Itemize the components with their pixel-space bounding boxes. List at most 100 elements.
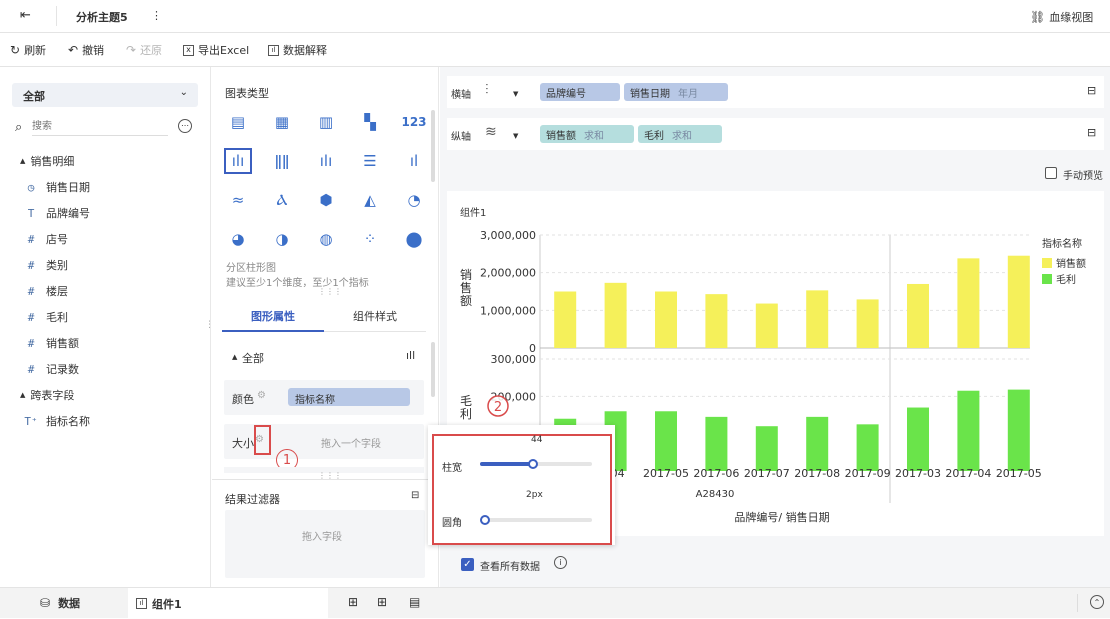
field-scope-dropdown[interactable]: 全部 ⌄	[12, 83, 198, 107]
color-field-pill[interactable]: 指标名称	[288, 388, 410, 406]
legend-swatch[interactable]	[1042, 274, 1052, 284]
settings-gear-icon[interactable]: ⚙	[257, 390, 266, 401]
globe-map-icon[interactable]: ◍	[312, 226, 340, 252]
bubble-icon[interactable]: ⬤	[400, 226, 428, 252]
chart-type-scrollbar[interactable]	[431, 110, 435, 182]
x-axis-lock-icon[interactable]: ⊟	[1087, 84, 1096, 97]
radius-slider-track[interactable]	[480, 515, 592, 525]
gauge-icon[interactable]: ◔	[400, 187, 428, 213]
filter-lock-icon[interactable]: ⊟	[411, 490, 419, 501]
waterfall-icon[interactable]: ıl	[400, 148, 428, 174]
prop-scrollbar[interactable]	[431, 342, 435, 397]
collapse-up-icon[interactable]: ⌃	[1090, 595, 1104, 609]
y-axis-lock-icon[interactable]: ⊟	[1087, 126, 1096, 139]
refresh-button[interactable]: ↻ 刷新	[10, 42, 46, 58]
chart-bar[interactable]	[604, 282, 627, 348]
detail-table-icon[interactable]: ▥	[312, 109, 340, 135]
crosstab-icon[interactable]: ▦	[268, 109, 296, 135]
exit-icon[interactable]: ⇤	[20, 9, 31, 22]
legend-swatch[interactable]	[1042, 258, 1052, 268]
chart-bar[interactable]	[755, 426, 778, 471]
kpi-number-icon[interactable]: 123	[400, 109, 428, 135]
stacked-bar-icon[interactable]: ǁǁ	[268, 148, 296, 174]
chart-component-icon: ıl	[136, 598, 147, 609]
collapse-triangle-icon[interactable]: ▲	[232, 353, 237, 361]
tab-graphic-properties[interactable]: 图形属性	[222, 300, 324, 332]
redo-button[interactable]: ↷ 还原	[126, 42, 162, 58]
range-bar-icon[interactable]: ☰	[356, 148, 384, 174]
add-component-icon[interactable]: ⊞	[348, 595, 358, 609]
chart-bar[interactable]	[957, 390, 980, 471]
chart-bar[interactable]	[1007, 255, 1030, 348]
field-item[interactable]: # 销售额	[24, 335, 79, 351]
axis-field-pill[interactable]: 品牌编号	[540, 83, 620, 101]
bar-width-value: 44	[531, 435, 543, 445]
tab-component-style[interactable]: 组件样式	[324, 300, 426, 332]
field-item[interactable]: T 品牌编号	[24, 205, 90, 221]
radar-line-icon[interactable]: Ⲁ	[268, 187, 296, 213]
scatter-icon[interactable]: ⁘	[356, 226, 384, 252]
area-chart-icon[interactable]: ◭	[356, 187, 384, 213]
field-item[interactable]: T⁺ 指标名称	[24, 413, 90, 429]
chart-bar[interactable]	[655, 411, 677, 471]
line-chart-icon[interactable]: ≈	[224, 187, 252, 213]
field-group-header[interactable]: ▲ 跨表字段	[20, 387, 74, 403]
rose-chart-icon[interactable]: ◑	[268, 226, 296, 252]
chart-bar[interactable]	[856, 424, 879, 471]
field-item[interactable]: # 类别	[24, 257, 68, 273]
add-dashboard-icon[interactable]: ⊞	[377, 595, 387, 609]
chart-bar[interactable]	[1007, 389, 1030, 471]
export-excel-button[interactable]: x 导出Excel	[183, 42, 249, 58]
field-group-header[interactable]: ▲ 销售明细	[20, 153, 74, 169]
undo-button[interactable]: ↶ 撤销	[68, 42, 104, 58]
table-icon[interactable]: ▤	[224, 109, 252, 135]
chart-bar[interactable]	[806, 290, 829, 348]
more-options-icon[interactable]: ⋯	[178, 119, 192, 133]
filter-drop-zone[interactable]: 拖入字段	[225, 510, 425, 578]
manual-preview-checkbox[interactable]	[1045, 167, 1057, 179]
size-drop-zone[interactable]: 拖入一个字段	[321, 435, 381, 450]
chart-bar[interactable]	[806, 416, 829, 471]
chart-bar[interactable]	[705, 294, 728, 348]
grouped-bar-icon[interactable]: ılı	[224, 148, 252, 174]
chart-bar[interactable]	[907, 407, 929, 471]
axis-field-pill[interactable]: 销售日期 年月	[624, 83, 728, 101]
field-item[interactable]: ◷ 销售日期	[24, 179, 90, 195]
component-tab[interactable]: ıl 组件1	[128, 588, 328, 619]
view-all-data-checkbox[interactable]: ✓	[461, 558, 474, 571]
add-report-icon[interactable]: ▤	[409, 595, 420, 609]
chart-bar[interactable]	[554, 291, 577, 349]
field-item[interactable]: # 楼层	[24, 283, 68, 299]
data-tab[interactable]: ⛁ 数据	[40, 595, 80, 611]
chart-bar[interactable]	[957, 258, 980, 348]
chart-bar[interactable]	[907, 283, 929, 348]
multi-bar-icon[interactable]: ılı	[312, 148, 340, 174]
chevron-down-icon[interactable]: ▼	[513, 90, 518, 98]
bar-width-slider-track[interactable]	[480, 459, 592, 469]
field-search-input[interactable]	[32, 118, 168, 136]
chart-bar[interactable]	[655, 291, 677, 349]
bar-chart-small-icon[interactable]: ıll	[406, 349, 415, 362]
data-explain-button[interactable]: ıl 数据解释	[268, 42, 327, 58]
chevron-down-icon[interactable]: ▼	[513, 132, 518, 140]
treemap-icon[interactable]: ▚	[356, 109, 384, 135]
info-icon[interactable]: i	[554, 556, 567, 569]
x-axis-type-icon[interactable]: ⫶	[485, 82, 489, 98]
lineage-view-button[interactable]: ⛓ 血缘视图	[1030, 9, 1093, 25]
field-item[interactable]: # 记录数	[24, 361, 79, 377]
axis-field-pill[interactable]: 毛利 求和	[638, 125, 722, 143]
radius-slider-thumb[interactable]	[480, 515, 490, 525]
y-axis-type-icon[interactable]: ≋	[485, 124, 497, 140]
field-item[interactable]: # 毛利	[24, 309, 68, 325]
resize-handle-top[interactable]: ⋮⋮⋮	[318, 287, 342, 296]
legend-label[interactable]: 毛利	[1056, 274, 1076, 286]
hexagon-map-icon[interactable]: ⬢	[312, 187, 340, 213]
chart-bar[interactable]	[856, 299, 879, 348]
legend-label[interactable]: 销售额	[1056, 257, 1086, 270]
chart-bar[interactable]	[755, 303, 778, 348]
chart-bar[interactable]	[705, 416, 728, 471]
field-item[interactable]: # 店号	[24, 231, 68, 247]
pie-chart-icon[interactable]: ◕	[224, 226, 252, 252]
more-menu-icon[interactable]: ⋮	[151, 9, 162, 22]
axis-field-pill[interactable]: 销售额 求和	[540, 125, 634, 143]
